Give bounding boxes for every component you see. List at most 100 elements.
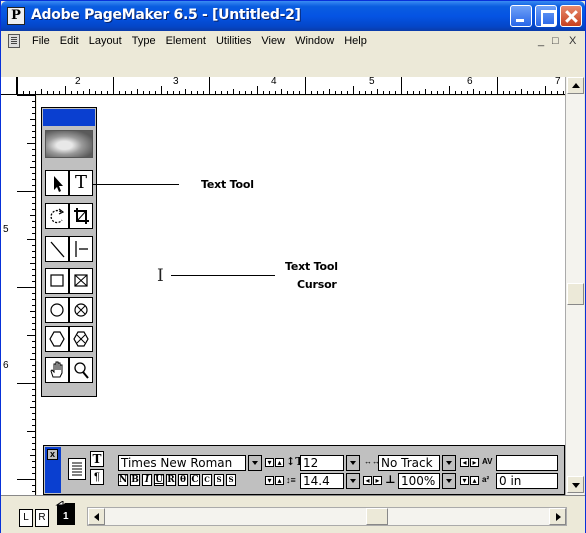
close-button[interactable] [560, 5, 582, 27]
zoom-tool-icon[interactable] [69, 357, 93, 383]
baseline-shift-icon: a² [482, 475, 490, 484]
font-dropdown-button[interactable] [248, 455, 262, 471]
toolbox-palette: T [41, 107, 97, 397]
style-all-caps-button[interactable]: C [190, 474, 200, 486]
pasteboard-canvas[interactable] [37, 96, 565, 495]
scroll-up-button[interactable] [567, 77, 584, 94]
pagemaker-app-icon[interactable]: P [7, 7, 25, 25]
arrow-left-icon [94, 513, 99, 521]
menu-element[interactable]: Element [161, 34, 211, 48]
ruler-number-5: 5 [369, 76, 375, 87]
style-italic-button[interactable]: I [142, 474, 152, 486]
leading-nudge-down-button[interactable]: ▾ [265, 476, 274, 485]
paragraph-view-button[interactable]: ¶ [90, 469, 104, 485]
style-bold-button[interactable]: B [130, 474, 140, 486]
ruler-number-6: 6 [467, 76, 473, 87]
document-control-icon[interactable] [8, 34, 20, 48]
track-field[interactable]: No Track [378, 455, 440, 471]
menu-utilities[interactable]: Utilities [211, 34, 256, 48]
style-reverse-button[interactable]: R [166, 474, 176, 486]
ruler-number-left-6: 6 [3, 360, 9, 371]
scroll-down-button[interactable] [567, 476, 584, 493]
toolbox-title-bar[interactable] [43, 109, 95, 126]
scale-nudge-right-button[interactable]: ▸ [373, 476, 382, 485]
doc-minimize-button[interactable]: _ [538, 34, 544, 48]
menu-type[interactable]: Type [127, 34, 161, 48]
font-name-field[interactable]: Times New Roman [118, 455, 246, 471]
page-number-label: 1 [63, 511, 69, 522]
vertical-ruler-ticks [17, 95, 36, 492]
pointer-tool-icon[interactable] [45, 170, 69, 196]
rotate-tool-icon[interactable] [45, 203, 69, 229]
crop-tool-icon[interactable] [69, 203, 93, 229]
menu-items: File Edit Layout Type Element Utilities … [27, 34, 372, 48]
horizontal-scroll-thumb[interactable] [366, 508, 388, 525]
ellipse-tool-icon[interactable] [45, 297, 69, 323]
scroll-left-button[interactable] [88, 508, 105, 525]
leading-field[interactable]: 14.4 [300, 473, 344, 489]
apply-button[interactable] [68, 458, 86, 480]
menu-view[interactable]: View [256, 34, 290, 48]
horizontal-ruler[interactable]: 2 3 4 5 6 7 [17, 77, 565, 95]
baseline-nudge-up-button[interactable]: ▴ [470, 476, 479, 485]
pagemaker-logo [45, 130, 93, 158]
control-palette-title-bar[interactable]: x [45, 447, 61, 493]
kerning-field[interactable] [496, 455, 558, 471]
master-page-right-button[interactable]: R [35, 509, 49, 527]
horizontal-scrollbar[interactable] [87, 507, 567, 526]
ruler-origin[interactable] [1, 77, 17, 95]
cursor-callout-line [171, 275, 275, 276]
page-1-icon[interactable]: 1 [55, 500, 77, 527]
leading-nudge-up-button[interactable]: ▴ [275, 476, 284, 485]
hand-tool-icon[interactable] [45, 357, 69, 383]
master-page-left-button[interactable]: L [19, 509, 33, 527]
scale-dropdown-button[interactable] [442, 473, 456, 489]
ellipse-frame-tool-icon[interactable] [69, 297, 93, 323]
menu-window[interactable]: Window [290, 34, 339, 48]
scale-nudge-left-button[interactable]: ◂ [363, 476, 372, 485]
character-view-button[interactable]: T [90, 451, 104, 467]
constrained-line-tool-icon[interactable] [69, 236, 93, 262]
style-small-caps-button[interactable]: C [202, 474, 212, 486]
minimize-button[interactable] [510, 5, 532, 27]
track-dropdown-button[interactable] [442, 455, 456, 471]
ruler-number-3: 3 [173, 76, 179, 87]
scroll-right-button[interactable] [549, 508, 566, 525]
style-normal-button[interactable]: N [118, 474, 128, 486]
menu-help[interactable]: Help [339, 34, 372, 48]
vertical-scroll-thumb[interactable] [567, 283, 584, 305]
baseline-shift-field[interactable]: 0 in [496, 473, 558, 489]
rectangle-tool-icon[interactable] [45, 268, 69, 294]
polygon-tool-icon[interactable] [45, 326, 69, 352]
doc-close-button[interactable]: X [569, 34, 576, 48]
polygon-frame-tool-icon[interactable] [69, 326, 93, 352]
baseline-nudge-down-button[interactable]: ▾ [460, 476, 469, 485]
style-superscript-button[interactable]: S [214, 474, 224, 486]
menu-file[interactable]: File [27, 34, 55, 48]
menu-edit[interactable]: Edit [55, 34, 84, 48]
size-nudge-down-button[interactable]: ▾ [265, 458, 274, 467]
font-size-dropdown-button[interactable] [346, 455, 360, 471]
kerning-nudge-right-button[interactable]: ▸ [470, 458, 479, 467]
style-strikethrough-button[interactable]: θ [178, 474, 188, 486]
menu-layout[interactable]: Layout [84, 34, 127, 48]
text-tool-icon[interactable]: T [69, 170, 93, 196]
title-bar[interactable]: P Adobe PageMaker 6.5 - [Untitled-2] [1, 1, 585, 31]
control-palette-close-button[interactable]: x [47, 449, 58, 460]
kerning-nudge-left-button[interactable]: ◂ [460, 458, 469, 467]
style-underline-button[interactable]: U [154, 474, 164, 486]
pagemaker-window: P Adobe PageMaker 6.5 - [Untitled-2] Fil… [0, 0, 586, 533]
vertical-ruler[interactable] [17, 95, 36, 495]
horizontal-scale-field[interactable]: 100% [398, 473, 440, 489]
size-nudge-up-button[interactable]: ▴ [275, 458, 284, 467]
line-tool-icon[interactable] [45, 236, 69, 262]
vertical-scrollbar[interactable] [565, 77, 584, 495]
doc-restore-button[interactable]: □ [552, 34, 559, 48]
text-tool-callout-line [93, 184, 179, 185]
leading-dropdown-button[interactable] [346, 473, 360, 489]
rectangle-frame-tool-icon[interactable] [69, 268, 93, 294]
maximize-button[interactable] [535, 5, 557, 27]
style-subscript-button[interactable]: S [226, 474, 236, 486]
font-size-field[interactable]: 12 [300, 455, 344, 471]
text-cursor-icon: I [157, 266, 164, 286]
